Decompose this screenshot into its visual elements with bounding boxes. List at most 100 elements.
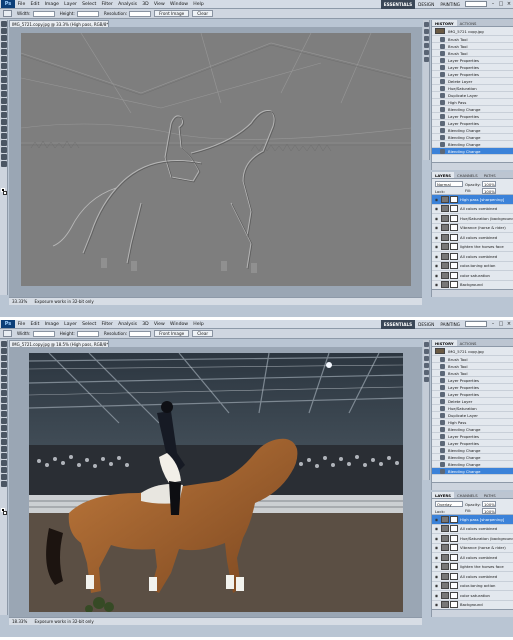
menu-layer[interactable]: Layer [62,0,80,9]
menu-analysis[interactable]: Analysis [115,320,139,329]
history-item[interactable]: Blending Change [432,127,513,134]
info-icon[interactable] [423,36,429,41]
color-icon[interactable] [423,363,429,368]
layer-mask-thumbnail[interactable] [450,515,458,523]
layer-row[interactable]: ◉ Hue/Saturation (background) [432,214,513,224]
eye-icon[interactable]: ◉ [434,593,439,598]
layer-mask-thumbnail[interactable] [450,233,458,241]
layer-mask-thumbnail[interactable] [450,553,458,561]
eye-icon[interactable]: ◉ [434,564,439,569]
menu-edit[interactable]: Edit [28,320,42,329]
eye-icon[interactable]: ◉ [434,602,439,607]
layer-row[interactable]: ◉ All colors combined [432,572,513,582]
crop-tool-icon[interactable] [0,369,7,375]
history-item[interactable]: Layer Properties [432,384,513,391]
tab-paths[interactable]: PATHS [481,172,499,178]
pen-tool-icon[interactable] [0,439,7,445]
layer-mask-thumbnail[interactable] [450,601,458,609]
workspace-painting[interactable]: PAINTING [437,0,463,9]
history-item[interactable]: Brush Tool [432,36,513,43]
layer-mask-thumbnail[interactable] [450,591,458,599]
swatches-icon[interactable] [423,50,429,55]
close-icon[interactable]: × [505,1,513,8]
blend-mode-select[interactable]: Normal [435,181,463,187]
history-item[interactable]: Brush Tool [432,50,513,57]
layer-mask-thumbnail[interactable] [450,572,458,580]
history-snapshot[interactable]: IMG_5721 copy.jpg [432,347,513,356]
tab-paths[interactable]: PATHS [481,492,499,498]
background-color-swatch[interactable] [3,191,7,195]
eye-icon[interactable]: ◉ [434,244,439,249]
history-brush-tool-icon[interactable] [0,84,7,90]
layer-row[interactable]: ◉ High pass [sharpening] [432,515,513,525]
type-tool-icon[interactable] [0,446,7,452]
eye-icon[interactable]: ◉ [434,225,439,230]
layer-mask-thumbnail[interactable] [450,563,458,571]
eraser-tool-icon[interactable] [0,411,7,417]
blur-tool-icon[interactable] [0,425,7,431]
histogram-icon[interactable] [423,349,429,354]
zoom-level[interactable]: 33.33% [12,299,27,304]
layer-row[interactable]: ◉ All colors combined [432,205,513,214]
history-item[interactable]: Blending Change [432,141,513,148]
history-item[interactable]: Blending Change [432,148,513,155]
menu-layer[interactable]: Layer [62,320,80,329]
history-item[interactable]: Layer Properties [432,433,513,440]
layer-mask-thumbnail[interactable] [450,195,458,203]
maximize-icon[interactable]: □ [497,321,505,328]
layer-row[interactable]: ◉ High pass [sharpening] [432,195,513,205]
history-snapshot[interactable]: IMG_5721 copy.jpg [432,27,513,36]
navigator-icon[interactable] [423,22,429,27]
eye-icon[interactable]: ◉ [434,583,439,588]
hand-tool-icon[interactable] [0,154,7,160]
menu-image[interactable]: Image [42,320,62,329]
tab-layers[interactable]: LAYERS [432,492,454,498]
eye-icon[interactable]: ◉ [434,254,439,259]
menu-file[interactable]: File [15,0,28,9]
history-item[interactable]: Layer Properties [432,391,513,398]
workspace-painting[interactable]: PAINTING [437,320,463,329]
clone-stamp-tool-icon[interactable] [0,397,7,403]
history-item[interactable]: High Pass [432,419,513,426]
eye-icon[interactable]: ◉ [434,273,439,278]
layer-row[interactable]: ◉ Vibrance (horse & rider) [432,544,513,553]
resolution-field[interactable] [129,10,152,17]
layer-mask-thumbnail[interactable] [450,224,458,232]
history-item[interactable]: Blending Change [432,454,513,461]
healing-tool-icon[interactable] [0,383,7,389]
layer-mask-thumbnail[interactable] [450,271,458,279]
eyedropper-tool-icon[interactable] [0,56,7,62]
front-image-button[interactable]: Front Image [154,10,190,17]
color-icon[interactable] [423,43,429,48]
width-field[interactable] [32,330,55,337]
maximize-icon[interactable]: □ [497,1,505,8]
tab-channels[interactable]: CHANNELS [454,492,481,498]
menu-edit[interactable]: Edit [28,0,42,9]
blur-tool-icon[interactable] [0,105,7,111]
3d-tool-icon[interactable] [0,467,7,473]
menu-filter[interactable]: Filter [99,320,116,329]
tab-actions[interactable]: ACTIONS [457,20,480,26]
history-item[interactable]: Duplicate Layer [432,412,513,419]
history-item[interactable]: Brush Tool [432,370,513,377]
eye-icon[interactable]: ◉ [434,526,439,531]
eye-icon[interactable]: ◉ [434,263,439,268]
menu-window[interactable]: Window [167,320,190,329]
layer-row[interactable]: ◉ Hue/Saturation (background) [432,534,513,544]
tab-channels[interactable]: CHANNELS [454,172,481,178]
history-item[interactable]: Layer Properties [432,64,513,71]
history-item[interactable]: Duplicate Layer [432,92,513,99]
height-field[interactable] [76,10,99,17]
menu-3d[interactable]: 3D [140,320,152,329]
marquee-tool-icon[interactable] [0,348,7,354]
layer-mask-thumbnail[interactable] [450,243,458,251]
crop-tool-icon[interactable] [3,330,12,337]
zoom-tool-icon[interactable] [0,481,7,487]
layer-row[interactable]: ◉ lighten the horses face [432,563,513,572]
info-icon[interactable] [423,356,429,361]
eye-icon[interactable]: ◉ [434,574,439,579]
history-item[interactable]: Hue/Saturation [432,405,513,412]
layer-row[interactable]: ◉ color-toning action [432,262,513,271]
layer-mask-thumbnail[interactable] [450,525,458,533]
eye-icon[interactable]: ◉ [434,216,439,221]
